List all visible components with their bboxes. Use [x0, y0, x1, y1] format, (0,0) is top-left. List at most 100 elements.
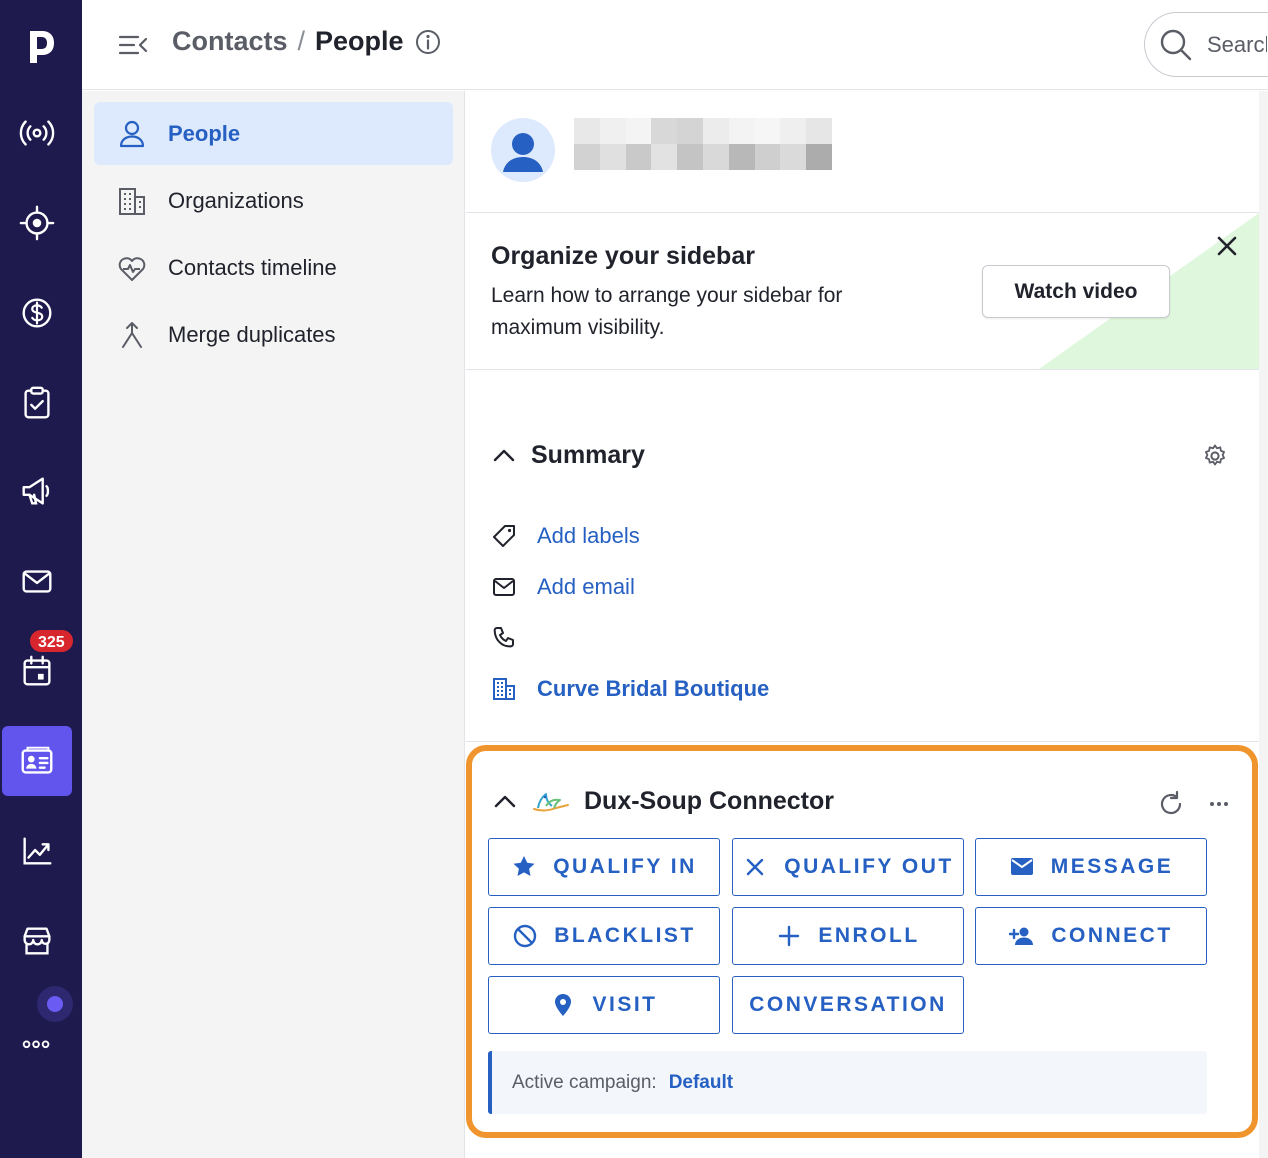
merge-icon	[122, 321, 142, 348]
megaphone-icon	[22, 477, 50, 505]
envelope-icon	[1010, 858, 1033, 875]
close-promo-button[interactable]	[1212, 231, 1242, 261]
sidebar-item-merge-duplicates[interactable]: Merge duplicates	[94, 303, 453, 366]
clipboard-check-icon	[24, 386, 50, 419]
person-header	[466, 91, 1259, 213]
notification-badge: 325	[28, 628, 75, 654]
rail-campaigns[interactable]	[2, 456, 72, 526]
active-campaign-bar: Active campaign: Default	[488, 1051, 1207, 1114]
location-pin-icon	[555, 994, 572, 1016]
rail-mail[interactable]	[2, 546, 72, 616]
collapse-menu-button[interactable]	[116, 28, 150, 62]
chevron-up-icon	[494, 795, 516, 807]
search-icon	[1160, 29, 1192, 60]
building-icon	[119, 187, 145, 215]
rail-leads-inbox[interactable]	[2, 98, 72, 168]
collapse-menu-icon	[118, 35, 148, 55]
refresh-icon[interactable]	[1156, 789, 1186, 819]
conversation-button[interactable]: CONVERSATION	[732, 976, 964, 1034]
dux-soup-title: Dux-Soup Connector	[584, 787, 834, 815]
visit-button[interactable]: VISIT	[488, 976, 720, 1034]
sidebar-item-label: Contacts timeline	[168, 254, 337, 280]
dux-soup-connector-panel: Dux-Soup Connector QUALIFY IN QUALIFY OU…	[466, 745, 1258, 1138]
button-label: QUALIFY OUT	[784, 855, 954, 878]
add-email-row: Add email	[491, 574, 635, 600]
chevron-up-icon	[493, 449, 515, 461]
button-label: ENROLL	[818, 924, 920, 947]
rail-activities[interactable]	[2, 368, 72, 438]
tag-icon	[493, 525, 515, 547]
sidebar-item-label: Merge duplicates	[168, 321, 336, 347]
add-labels-link[interactable]: Add labels	[537, 523, 640, 549]
summary-header[interactable]: Summary	[491, 441, 645, 470]
rail-contacts[interactable]	[2, 726, 72, 796]
x-icon	[747, 858, 764, 876]
pipedrive-logo[interactable]	[0, 14, 82, 76]
sidebar-item-label: People	[168, 120, 241, 146]
redacted-person-name	[574, 118, 832, 170]
sidebar-item-label: Organizations	[168, 187, 304, 213]
rail-marketplace[interactable]	[2, 906, 72, 976]
person-icon	[119, 120, 145, 147]
rail-more[interactable]	[2, 996, 72, 1066]
breadcrumb-contacts[interactable]: Contacts	[172, 26, 288, 57]
organize-sidebar-promo: Organize your sidebar Learn how to arran…	[466, 213, 1259, 370]
target-icon	[19, 205, 55, 241]
close-icon	[1217, 236, 1237, 256]
logo-icon	[30, 31, 54, 63]
rail-insights[interactable]	[2, 816, 72, 886]
calendar-icon	[23, 655, 51, 686]
rail-revenue[interactable]	[2, 278, 72, 348]
campaign-value-link[interactable]: Default	[669, 1072, 733, 1094]
page-title: People	[315, 26, 404, 56]
breadcrumb-separator: /	[297, 26, 306, 56]
enroll-button[interactable]: ENROLL	[732, 907, 964, 965]
mail-icon	[22, 570, 52, 593]
button-label: BLACKLIST	[554, 924, 696, 947]
promo-text: Learn how to arrange your sidebar for ma…	[491, 284, 843, 339]
sidebar-item-organizations[interactable]: Organizations	[94, 169, 453, 232]
contact-card-icon	[21, 746, 53, 774]
phone-row	[491, 625, 537, 651]
button-label: VISIT	[592, 993, 658, 1016]
dollar-icon	[22, 298, 52, 328]
summary-title: Summary	[531, 441, 645, 469]
organization-link[interactable]: Curve Bridal Boutique	[537, 676, 769, 702]
store-icon	[23, 927, 51, 955]
message-button[interactable]: MESSAGE	[975, 838, 1207, 896]
star-icon	[513, 856, 535, 876]
rail-deals[interactable]	[2, 188, 72, 258]
breadcrumb: Contacts / People	[172, 26, 442, 57]
app-rail: 325	[0, 0, 82, 1158]
watch-video-button[interactable]: Watch video	[982, 265, 1170, 318]
button-label: QUALIFY IN	[553, 855, 697, 878]
person-avatar-icon	[503, 133, 543, 172]
building-icon	[493, 678, 515, 700]
connect-button[interactable]: CONNECT	[975, 907, 1207, 965]
search-box[interactable]	[1144, 12, 1268, 77]
avatar	[491, 118, 555, 182]
plus-icon	[779, 925, 800, 947]
qualify-out-button[interactable]: QUALIFY OUT	[732, 838, 964, 896]
blacklist-button[interactable]: BLACKLIST	[488, 907, 720, 965]
contacts-sidebar: People Organizations Contacts timeline M…	[82, 91, 465, 1158]
section-divider	[466, 741, 1259, 742]
gear-icon[interactable]	[1202, 443, 1228, 469]
promo-title: Organize your sidebar	[491, 242, 755, 270]
dux-soup-logo-icon	[533, 792, 569, 811]
top-bar: Contacts / People	[82, 0, 1268, 90]
add-email-link[interactable]: Add email	[537, 574, 635, 600]
button-label: MESSAGE	[1050, 855, 1174, 878]
chart-line-icon	[23, 837, 52, 865]
dux-soup-header[interactable]: Dux-Soup Connector	[492, 787, 834, 816]
ban-icon	[514, 924, 537, 948]
envelope-icon	[493, 578, 515, 596]
campaign-label: Active campaign:	[512, 1071, 657, 1093]
more-options-icon[interactable]	[1204, 789, 1234, 819]
qualify-in-button[interactable]: QUALIFY IN	[488, 838, 720, 896]
sidebar-item-contacts-timeline[interactable]: Contacts timeline	[94, 236, 453, 299]
info-icon[interactable]	[414, 28, 442, 56]
button-label: CONNECT	[1051, 924, 1173, 947]
sidebar-item-people[interactable]: People	[94, 102, 453, 165]
search-input[interactable]	[1207, 31, 1267, 58]
